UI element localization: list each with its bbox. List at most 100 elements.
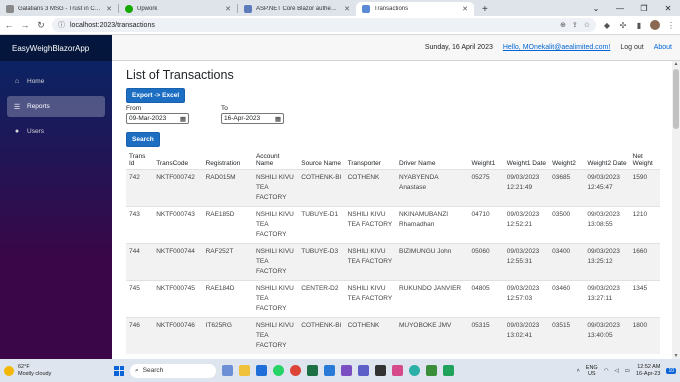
app-brand[interactable]: EasyWeighBlazorApp — [0, 35, 112, 61]
back-icon[interactable]: ← — [4, 20, 14, 30]
share-icon[interactable]: ⇪ — [572, 21, 578, 29]
taskbar-search-label: Search — [142, 367, 164, 374]
table-cell: 05315 — [468, 317, 504, 354]
column-header: Source Name — [298, 151, 345, 170]
column-header: Net Weight — [629, 151, 660, 170]
close-window-icon[interactable]: ✕ — [656, 4, 680, 13]
close-tab-icon[interactable]: ✕ — [106, 5, 112, 13]
table-row: 743 NKTF000743 RAE185D NSHILI KIVU TEA FACT… — [126, 206, 660, 244]
vscode-icon[interactable] — [324, 365, 335, 376]
tab-favicon — [362, 5, 370, 13]
calendar-icon[interactable]: ▦ — [275, 115, 281, 123]
page-body: List of Transactions Export -> Excel Fro… — [112, 61, 680, 359]
notification-badge[interactable]: 10 — [666, 367, 676, 374]
table-cell: 05060 — [468, 243, 504, 281]
sidebar-item-users[interactable]: ● Users — [7, 121, 105, 142]
app-icon[interactable] — [392, 365, 403, 376]
excel-icon[interactable] — [307, 365, 318, 376]
clock-time: 12:52 AM — [637, 363, 661, 370]
chrome-icon[interactable] — [290, 365, 301, 376]
table-cell: NKTF000743 — [153, 206, 203, 244]
chevron-up-icon[interactable]: ˄ — [577, 368, 580, 374]
calendar-icon[interactable]: ▦ — [180, 115, 186, 123]
whatsapp-icon[interactable] — [273, 365, 284, 376]
file-explorer-icon[interactable] — [239, 365, 250, 376]
table-cell: NKTF000745 — [153, 280, 203, 318]
table-cell: 09/03/2023 12:21:49 — [503, 169, 550, 207]
top-row: Sunday, 16 April 2023 Hello, MOnekalit@a… — [112, 35, 680, 61]
user-greeting-link[interactable]: Hello, MOnekalit@aealimited.com! — [503, 44, 610, 51]
to-label: To — [221, 105, 228, 112]
table-cell: 04710 — [468, 206, 504, 244]
home-icon: ⌂ — [14, 78, 20, 85]
reload-icon[interactable]: ↻ — [36, 20, 46, 31]
table-cell: NSHILI KIVU TEA FACTORY — [344, 206, 396, 244]
column-header: Driver Name — [395, 151, 469, 170]
tab-favicon — [125, 5, 133, 13]
menu-dots-icon[interactable]: ⋮ — [666, 21, 676, 30]
logout-link[interactable]: Log out — [620, 44, 643, 51]
table-cell: COTHENK-BI — [298, 169, 345, 207]
close-tab-icon[interactable]: ✕ — [225, 5, 231, 13]
puzzle-icon[interactable]: ✣ — [618, 21, 628, 30]
app-icon[interactable] — [443, 365, 454, 376]
chevron-down-icon[interactable]: ⌄ — [584, 4, 608, 13]
table-cell: 03685 — [549, 169, 585, 207]
browser-tab[interactable]: Galatians 3 MSG - Trust in Christ ✕ — [0, 2, 118, 16]
table-cell: 742 — [126, 169, 154, 207]
tab-favicon — [6, 5, 14, 13]
visual-studio-icon[interactable] — [341, 365, 352, 376]
mail-icon[interactable] — [256, 365, 267, 376]
vertical-scrollbar[interactable]: ▲ ▼ — [672, 61, 680, 359]
close-tab-icon[interactable]: ✕ — [344, 5, 350, 13]
app-icon[interactable] — [426, 365, 437, 376]
photos-app-icon[interactable] — [222, 365, 233, 376]
edge-icon[interactable] — [409, 365, 420, 376]
table-cell: 03500 — [549, 206, 585, 244]
battery-icon[interactable]: ▭ — [625, 368, 630, 374]
table-cell: 1345 — [629, 280, 660, 318]
extension-icon[interactable]: ◆ — [602, 21, 612, 30]
browser-tab[interactable]: ASP.NET Core Blazor authenticat ✕ — [238, 2, 356, 16]
language-indicator[interactable]: ENG US — [586, 365, 598, 377]
clock[interactable]: 12:52 AM 16-Apr-23 — [636, 364, 660, 378]
taskbar-search[interactable]: ⌕ Search — [130, 363, 216, 378]
wifi-icon[interactable]: ◠ — [604, 368, 609, 374]
info-icon[interactable]: ⓘ — [58, 20, 65, 30]
about-link[interactable]: About — [654, 44, 672, 51]
table-cell: COTHENK — [344, 317, 396, 354]
maximize-icon[interactable]: ❐ — [632, 4, 656, 13]
column-header: Trans Id — [126, 151, 154, 170]
from-date-input[interactable]: 09-Mar-2023 ▦ — [126, 113, 189, 124]
minimize-icon[interactable]: — — [608, 4, 632, 13]
sidebar-item-home[interactable]: ⌂ Home — [7, 71, 105, 92]
sidepanel-icon[interactable]: ▮ — [634, 21, 644, 30]
app-icon[interactable] — [375, 365, 386, 376]
main-content: Sunday, 16 April 2023 Hello, MOnekalit@a… — [112, 35, 680, 359]
to-date-input[interactable]: 16-Apr-2023 ▦ — [221, 113, 284, 124]
weather-desc: Mostly cloudy — [18, 370, 52, 377]
address-bar[interactable]: ⓘ localhost:2023/transactions ⊕ ⇪ ☆ — [52, 18, 596, 32]
zoom-icon[interactable]: ⊕ — [560, 21, 566, 29]
profile-avatar[interactable] — [650, 20, 660, 30]
browser-tab-active[interactable]: Transactions ✕ — [356, 2, 474, 16]
weather-icon — [4, 365, 14, 376]
forward-icon[interactable]: → — [20, 20, 30, 30]
bookmark-star-icon[interactable]: ☆ — [584, 21, 590, 29]
search-button[interactable]: Search — [126, 132, 160, 147]
volume-icon[interactable]: ◁ — [615, 368, 619, 374]
sidebar-item-reports[interactable]: ☰ Reports — [7, 96, 105, 117]
browser-tab[interactable]: Upwork ✕ — [119, 2, 237, 16]
scrollbar-thumb[interactable] — [673, 69, 679, 129]
export-excel-button[interactable]: Export -> Excel — [126, 88, 186, 103]
windows-start-icon[interactable] — [114, 365, 124, 376]
close-tab-icon[interactable]: ✕ — [462, 5, 468, 13]
scroll-up-icon[interactable]: ▲ — [672, 61, 680, 67]
table-cell: 05275 — [468, 169, 504, 207]
table-cell: RAF252T — [202, 243, 253, 281]
new-tab-button[interactable]: + — [474, 2, 496, 16]
teams-icon[interactable] — [358, 365, 369, 376]
table-row: 746 NKTF000746 IT625RG NSHILI KIVU TEA FACT… — [126, 317, 660, 354]
table-cell: RUKUNDO JANVIER — [395, 280, 469, 318]
weather-widget[interactable]: 62°F Mostly cloudy — [4, 364, 104, 378]
